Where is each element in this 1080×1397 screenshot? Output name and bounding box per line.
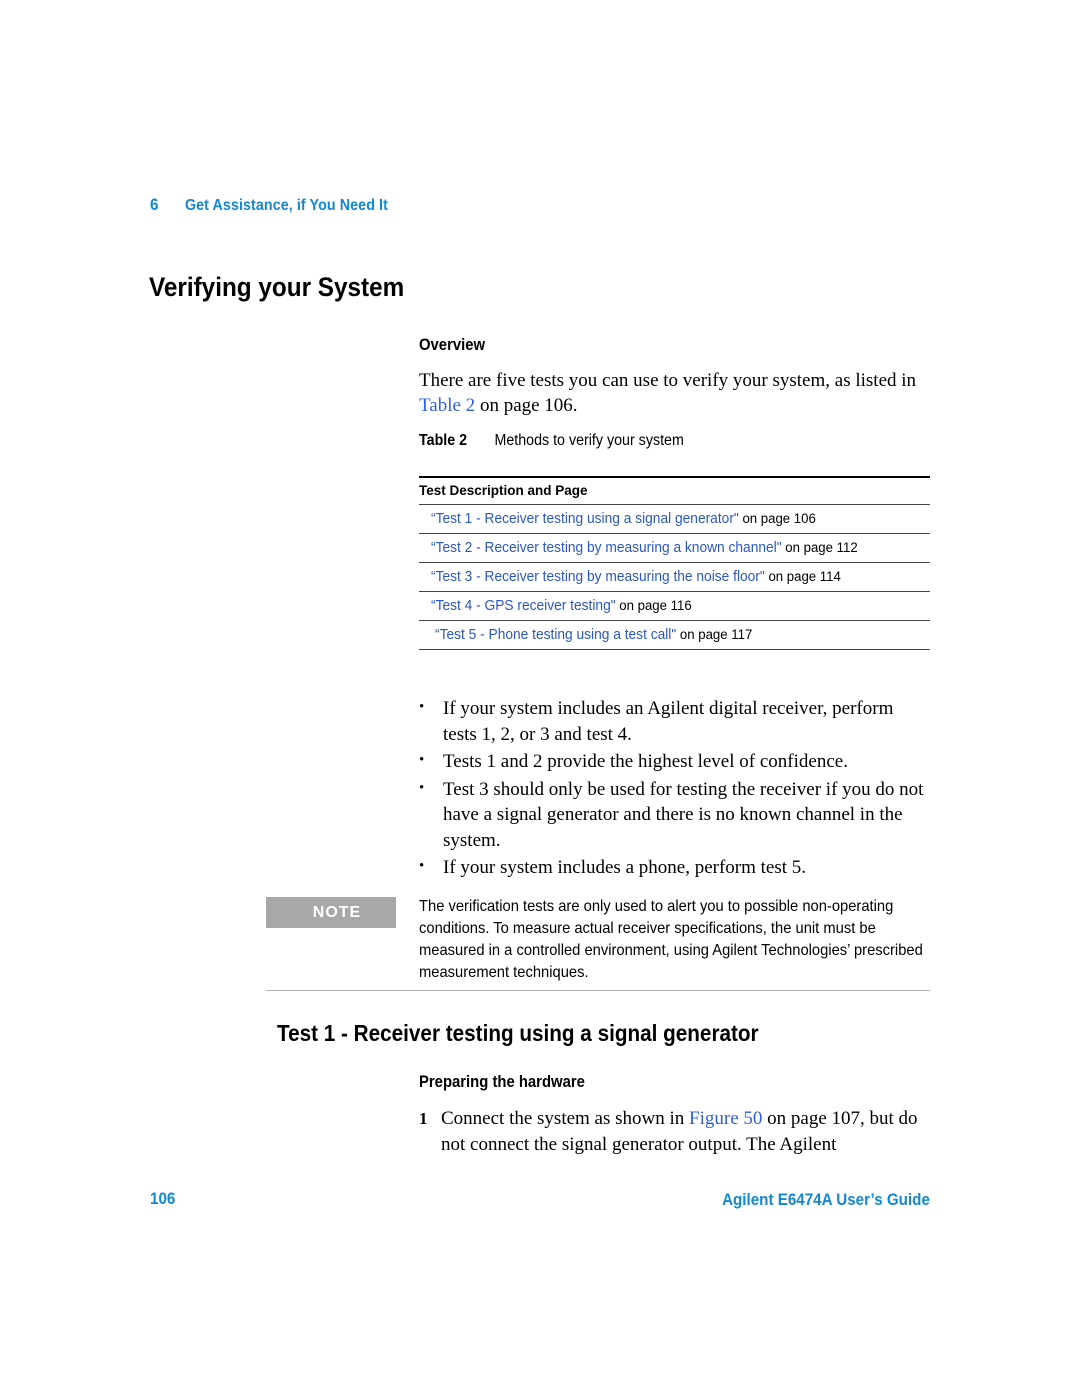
note-text: The verification tests are only used to … [419,898,923,981]
test3-link[interactable]: “Test 3 - Receiver testing by measuring … [431,569,765,585]
test5-link[interactable]: “Test 5 - Phone testing using a test cal… [435,627,676,643]
test1-link[interactable]: “Test 1 - Receiver testing using a signa… [431,511,739,527]
running-header: 6 Get Assistance, if You Need It [150,196,388,215]
figure50-xref-link[interactable]: Figure 50 [689,1108,762,1129]
note-badge: NOTE [266,897,396,928]
overview-heading: Overview [419,336,486,354]
page-title: Verifying your System [149,272,405,302]
methods-table: Test Description and Page “Test 1 - Rece… [419,476,930,650]
list-item: If your system includes an Agilent digit… [419,695,930,747]
table-caption: Table 2 Methods to verify your system [419,432,889,450]
guidance-bullet-list: If your system includes an Agilent digit… [419,695,930,881]
test1-section-heading: Test 1 - Receiver testing using a signal… [277,1020,759,1046]
step-number: 1 [419,1109,428,1128]
chapter-title: Get Assistance, if You Need It [184,197,388,214]
table-header-row: Test Description and Page [419,476,930,505]
overview-text-before: There are five tests you can use to veri… [419,370,917,391]
footer-page-number: 106 [150,1190,176,1208]
chapter-number: 6 [150,196,159,214]
table-row: “Test 3 - Receiver testing by measuring … [419,562,930,592]
list-item: Tests 1 and 2 provide the highest level … [419,748,930,775]
table2-xref-link[interactable]: Table 2 [419,395,475,416]
note-divider-rule [266,990,930,992]
step-item: 1 Connect the system as shown in Figure 5… [419,1106,930,1157]
test4-link[interactable]: “Test 4 - GPS receiver testing" [431,598,616,614]
overview-paragraph: There are five tests you can use to veri… [419,368,930,418]
footer-guide-title: Agilent E6474A User’s Guide [722,1191,930,1209]
preparing-hardware-steps: 1 Connect the system as shown in Figure 5… [419,1106,930,1157]
step-text-before: Connect the system as shown in [441,1108,690,1129]
test2-page: on page 112 [781,540,858,556]
document-page: 6 Get Assistance, if You Need It Verifyi… [0,0,1080,1397]
table-column-header: Test Description and Page [419,476,930,505]
test1-page: on page 106 [738,511,816,527]
overview-text-after: on page 106. [475,395,578,416]
table-row: “Test 4 - GPS receiver testing" on page … [419,591,930,621]
list-item: Test 3 should only be used for testing t… [419,776,930,854]
table-row: “Test 1 - Receiver testing using a signa… [419,504,930,534]
table-caption-label: Table 2 [419,432,468,449]
table-caption-text: Methods to verify your system [494,432,684,449]
table-row: “Test 5 - Phone testing using a test cal… [419,620,930,650]
list-item: If your system includes a phone, perform… [419,854,930,881]
table-row: “Test 2 - Receiver testing by measuring … [419,533,930,563]
test3-page: on page 114 [764,569,841,585]
preparing-hardware-heading: Preparing the hardware [419,1073,585,1091]
note-block: NOTE The verification tests are only use… [266,896,930,984]
test2-link[interactable]: “Test 2 - Receiver testing by measuring … [431,540,782,556]
test5-page: on page 117 [676,627,753,643]
test4-page: on page 116 [615,598,692,614]
